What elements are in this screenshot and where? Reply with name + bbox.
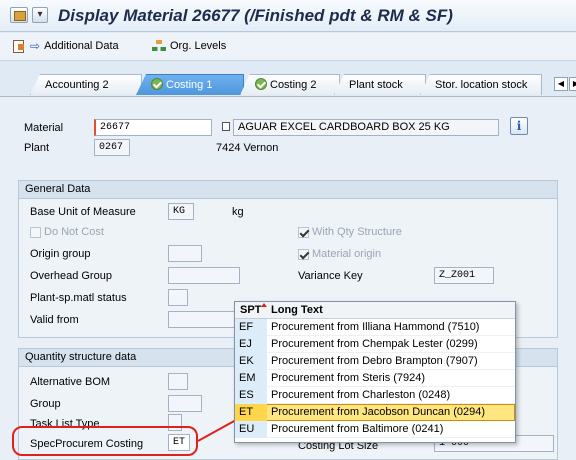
base-uom-text: kg: [232, 206, 244, 218]
base-uom-label: Base Unit of Measure: [30, 206, 136, 218]
alternative-bom-field[interactable]: [168, 373, 188, 390]
tab-scroll-right-icon[interactable]: ▶: [569, 77, 576, 91]
menu-dropdown-button[interactable]: ▾: [32, 7, 48, 23]
material-label: Material: [24, 122, 64, 134]
alternative-bom-label: Alternative BOM: [30, 376, 111, 388]
additional-data-button[interactable]: ⇨ Additional Data: [12, 39, 119, 53]
application-toolbar: ⇨ Additional Data Org. Levels: [0, 33, 576, 61]
popup-row-selected[interactable]: ET Procurement from Jacobson Duncan (0294…: [235, 404, 515, 421]
group-field[interactable]: [168, 395, 202, 412]
system-menu-icon[interactable]: [10, 7, 28, 23]
sort-icon: [261, 303, 268, 307]
valid-from-label: Valid from: [30, 314, 79, 326]
arrow-right-icon: ⇨: [30, 39, 41, 53]
overhead-group-label: Overhead Group: [30, 270, 112, 282]
material-origin-checkbox[interactable]: Material origin: [298, 248, 381, 260]
origin-group-field[interactable]: [168, 245, 202, 262]
document-icon: [12, 40, 26, 53]
popup-header: SPT Long Text: [235, 302, 515, 319]
plant-field[interactable]: 0267: [94, 139, 130, 156]
tab-plant-stock[interactable]: Plant stock: [334, 74, 426, 95]
base-uom-field[interactable]: KG: [168, 203, 194, 220]
variance-key-field[interactable]: Z_Z001: [434, 267, 494, 284]
plant-description: 7424 Vernon: [216, 142, 279, 154]
info-icon[interactable]: [510, 117, 528, 135]
org-levels-label: Org. Levels: [170, 40, 227, 52]
overhead-group-field[interactable]: [168, 267, 240, 284]
title-bar: ▾ Display Material 26677 (/Finished pdt …: [0, 0, 576, 32]
general-data-header: General Data: [19, 181, 557, 199]
valid-from-field[interactable]: [168, 311, 240, 328]
popup-row[interactable]: EM Procurement from Steris (7924): [235, 370, 515, 387]
plant-sp-status-field[interactable]: [168, 289, 188, 306]
popup-row[interactable]: EU Procurement from Baltimore (0241): [235, 421, 515, 438]
group-label: Group: [30, 398, 61, 410]
do-not-cost-checkbox[interactable]: Do Not Cost: [30, 226, 104, 238]
popup-row[interactable]: EK Procurement from Debro Brampton (7907): [235, 353, 515, 370]
origin-group-label: Origin group: [30, 248, 91, 260]
copy-icon: [222, 122, 230, 131]
plant-sp-status-label: Plant-sp.matl status: [30, 292, 127, 304]
value-help-popup: SPT Long Text EF Procurement from Illiana…: [234, 301, 516, 443]
check-icon: [255, 78, 267, 90]
additional-data-label: Additional Data: [44, 40, 119, 52]
popup-row[interactable]: EF Procurement from Illiana Hammond (7510…: [235, 319, 515, 336]
with-qty-structure-checkbox[interactable]: With Qty Structure: [298, 226, 402, 238]
tab-strip: Accounting 2 Costing 1 Costing 2 Plant s…: [0, 74, 576, 96]
tab-costing-1[interactable]: Costing 1: [136, 74, 244, 95]
page-title: Display Material 26677 (/Finished pdt & …: [58, 6, 453, 25]
tab-scroll-left-icon[interactable]: ◀: [554, 77, 568, 91]
material-description-field[interactable]: AGUAR EXCEL CARDBOARD BOX 25 KG: [233, 119, 499, 136]
highlight-annotation: [12, 426, 198, 456]
org-structure-icon: [152, 40, 166, 52]
plant-label: Plant: [24, 142, 50, 154]
tab-costing-2[interactable]: Costing 2: [240, 74, 340, 95]
tab-stor-location-stock[interactable]: Stor. location stock: [420, 74, 542, 95]
material-field[interactable]: 26677: [94, 119, 212, 136]
popup-row[interactable]: EJ Procurement from Chempak Lester (0299): [235, 336, 515, 353]
popup-row[interactable]: ES Procurement from Charleston (0248): [235, 387, 515, 404]
column-spt-header[interactable]: SPT: [240, 302, 268, 318]
tab-accounting-2[interactable]: Accounting 2: [30, 74, 142, 95]
column-long-text-header[interactable]: Long Text: [271, 302, 323, 318]
org-levels-button[interactable]: Org. Levels: [152, 40, 226, 52]
check-icon: [151, 78, 163, 90]
variance-key-label: Variance Key: [298, 270, 363, 282]
